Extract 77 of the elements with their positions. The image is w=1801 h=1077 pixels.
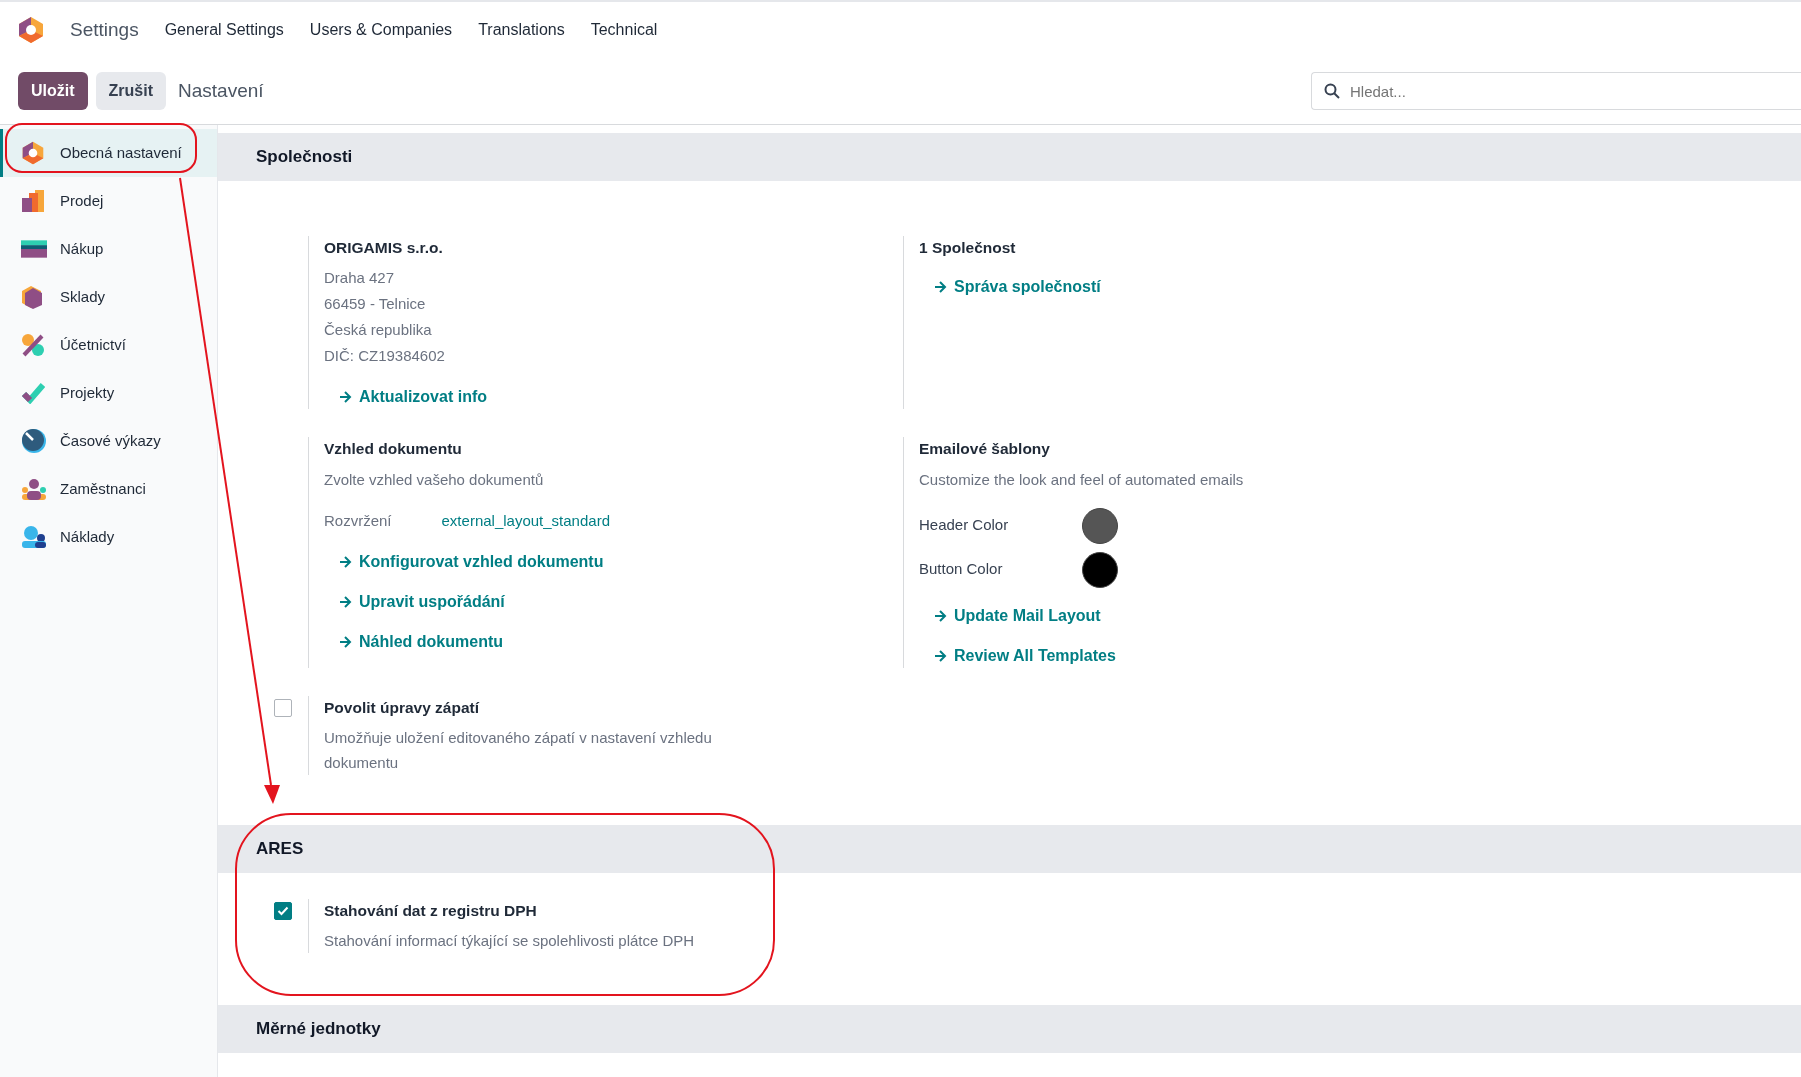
logo-icon[interactable] bbox=[18, 16, 44, 44]
search-field[interactable]: Hledat... bbox=[1311, 72, 1801, 110]
menu-item[interactable]: Technical bbox=[590, 18, 658, 42]
stopwatch-icon bbox=[21, 428, 47, 454]
accounting-icon bbox=[21, 333, 45, 357]
arrow-icon bbox=[934, 609, 947, 622]
bar-chart-icon bbox=[21, 189, 45, 213]
arrow-icon bbox=[339, 635, 352, 648]
link[interactable]: Update Mail Layout bbox=[934, 603, 1244, 628]
setting-description: Customize the look and feel of automated emails bbox=[919, 469, 1244, 490]
checkmark-icon bbox=[21, 382, 45, 404]
search-icon bbox=[1324, 83, 1340, 99]
address-line: 66459 - Telnice bbox=[324, 294, 427, 315]
link[interactable]: Správa společností bbox=[934, 275, 1101, 300]
sidebar-label: Náklady bbox=[60, 526, 115, 547]
section-header: Společnosti bbox=[218, 133, 1801, 181]
checkbox[interactable] bbox=[274, 698, 292, 717]
link[interactable]: Upravit uspořádání bbox=[339, 589, 610, 614]
sidebar-item[interactable]: Časové výkazy bbox=[0, 417, 217, 465]
sidebar-label: Účetnictví bbox=[60, 334, 126, 355]
color-label: Button Color bbox=[919, 559, 1004, 580]
address-line: Česká republika bbox=[324, 320, 433, 341]
address-line: Draha 427 bbox=[324, 268, 396, 289]
sidebar-item[interactable]: Náklady bbox=[0, 513, 217, 561]
sidebar-item[interactable]: Projekty bbox=[0, 369, 217, 417]
setting-title: 1 Společnost bbox=[919, 238, 1017, 258]
sidebar-label: Nákup bbox=[60, 238, 104, 259]
menu-item[interactable]: Translations bbox=[478, 18, 565, 42]
menu-item[interactable]: Users & Companies bbox=[309, 18, 453, 42]
color-label: Header Color bbox=[919, 515, 1010, 536]
arrow-icon bbox=[934, 281, 947, 294]
setting-title: Emailové šablony bbox=[919, 439, 1051, 460]
sidebar-item[interactable]: Nákup bbox=[0, 225, 217, 273]
link[interactable]: Aktualizovat info bbox=[339, 385, 487, 410]
section-header: ARES bbox=[218, 824, 1801, 873]
field-label: Rozvržení bbox=[324, 510, 392, 531]
address-line: DIČ: CZ19384602 bbox=[324, 346, 446, 367]
color-swatch[interactable] bbox=[1082, 507, 1118, 544]
link[interactable]: Konfigurovat vzhled dokumentu bbox=[339, 549, 610, 574]
setting-title: Vzhled dokumentu bbox=[324, 439, 463, 460]
menu-item[interactable]: General Settings bbox=[164, 18, 284, 42]
sidebar-label: Sklady bbox=[60, 286, 106, 307]
field-value: external_layout_standard bbox=[441, 510, 610, 531]
setting-description: Zvolte vzhled vašeho dokumentů bbox=[324, 469, 545, 490]
cube-icon bbox=[21, 285, 43, 309]
app-title: Settings bbox=[70, 17, 139, 42]
arrow-icon bbox=[934, 649, 947, 662]
sidebar-item[interactable]: Zaměstnanci bbox=[0, 465, 217, 513]
section-header: Měrné jednotky bbox=[218, 1005, 1801, 1053]
breadcrumb: Nastavení bbox=[178, 78, 264, 103]
person-coin-icon bbox=[21, 525, 47, 549]
sidebar-item[interactable]: Prodej bbox=[0, 177, 217, 225]
sidebar-label: Obecná nastavení bbox=[60, 142, 182, 163]
setting-title: Stahování dat z registru DPH bbox=[324, 900, 538, 921]
save-button[interactable]: Uložit bbox=[18, 72, 88, 110]
discard-button[interactable]: Zrušit bbox=[95, 72, 166, 110]
people-icon bbox=[21, 478, 47, 500]
sidebar-label: Zaměstnanci bbox=[60, 478, 146, 499]
setting-title: ORIGAMIS s.r.o. bbox=[324, 238, 444, 258]
sidebar-label: Projekty bbox=[60, 382, 115, 403]
link[interactable]: Náhled dokumentu bbox=[339, 629, 610, 654]
sidebar-item[interactable]: Obecná nastavení bbox=[0, 129, 217, 177]
sidebar-label: Časové výkazy bbox=[60, 430, 161, 451]
sidebar-label: Prodej bbox=[60, 190, 104, 211]
arrow-icon bbox=[339, 391, 352, 404]
arrow-icon bbox=[339, 555, 352, 568]
sidebar-item[interactable]: Účetnictví bbox=[0, 321, 217, 369]
setting-description: Umožňuje uložení editovaného zápatí v nastavení vzhledu dokumentu bbox=[324, 727, 713, 773]
setting-description: Stahování informací týkající se spolehlivosti plátce DPH bbox=[324, 931, 695, 951]
card-icon bbox=[21, 240, 47, 258]
arrow-icon bbox=[339, 595, 352, 608]
settings-icon bbox=[21, 141, 45, 165]
setting-title: Povolit úpravy zápatí bbox=[324, 697, 481, 718]
checkbox[interactable] bbox=[274, 901, 292, 920]
color-swatch[interactable] bbox=[1082, 551, 1118, 588]
sidebar-item[interactable]: Sklady bbox=[0, 273, 217, 321]
link[interactable]: Review All Templates bbox=[934, 643, 1244, 668]
